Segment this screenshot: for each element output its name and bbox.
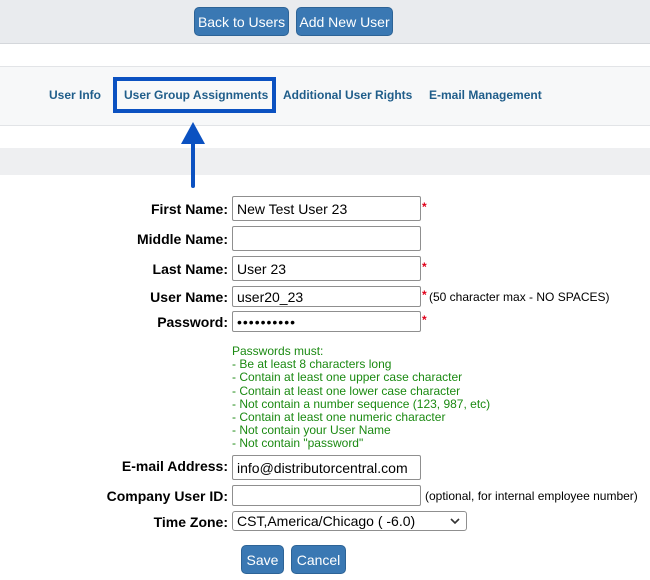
chevron-down-icon [450, 518, 460, 525]
first-name-required-mark: * [422, 200, 427, 214]
tab-additional-user-rights[interactable]: Additional User Rights [283, 88, 412, 102]
middle-name-label: Middle Name: [136, 231, 228, 247]
password-label: Password: [157, 314, 228, 330]
tab-user-info[interactable]: User Info [49, 88, 101, 102]
email-input[interactable] [232, 455, 421, 480]
tab-email-management[interactable]: E-mail Management [429, 88, 542, 102]
user-name-label: User Name: [150, 289, 228, 305]
company-user-id-hint: (optional, for internal employee number) [425, 489, 638, 503]
last-name-label: Last Name: [152, 261, 228, 277]
time-zone-label: Time Zone: [153, 514, 228, 530]
arrow-up-icon [181, 122, 205, 188]
user-name-input[interactable] [232, 286, 421, 307]
middle-name-input[interactable] [232, 226, 421, 251]
time-zone-selected-value: CST,America/Chicago ( -6.0) [237, 513, 416, 529]
section-header-bar [0, 148, 650, 175]
company-user-id-input[interactable] [232, 485, 421, 506]
company-user-id-label: Company User ID: [106, 488, 228, 504]
password-rules: Passwords must: - Be at least 8 characte… [232, 344, 490, 451]
time-zone-select[interactable]: CST,America/Chicago ( -6.0) [232, 511, 467, 531]
email-label: E-mail Address: [121, 458, 228, 474]
user-name-required-mark: * [422, 288, 427, 302]
last-name-required-mark: * [422, 260, 427, 274]
tab-highlight-box [113, 77, 276, 113]
password-rule: - Contain at least one upper case charac… [232, 370, 463, 385]
password-rule: - Not contain "password" [232, 436, 364, 451]
password-required-mark: * [422, 313, 427, 327]
cancel-button[interactable]: Cancel [291, 545, 346, 574]
password-rule: - Contain at least one lower case charac… [232, 383, 461, 398]
first-name-input[interactable] [232, 196, 421, 221]
user-name-hint: (50 character max - NO SPACES) [429, 290, 610, 304]
last-name-input[interactable] [232, 256, 421, 281]
add-new-user-button[interactable]: Add New User [296, 7, 393, 36]
back-to-users-button[interactable]: Back to Users [194, 7, 289, 36]
password-input[interactable] [232, 311, 421, 332]
save-button[interactable]: Save [241, 545, 284, 574]
first-name-label: First Name: [150, 201, 228, 217]
